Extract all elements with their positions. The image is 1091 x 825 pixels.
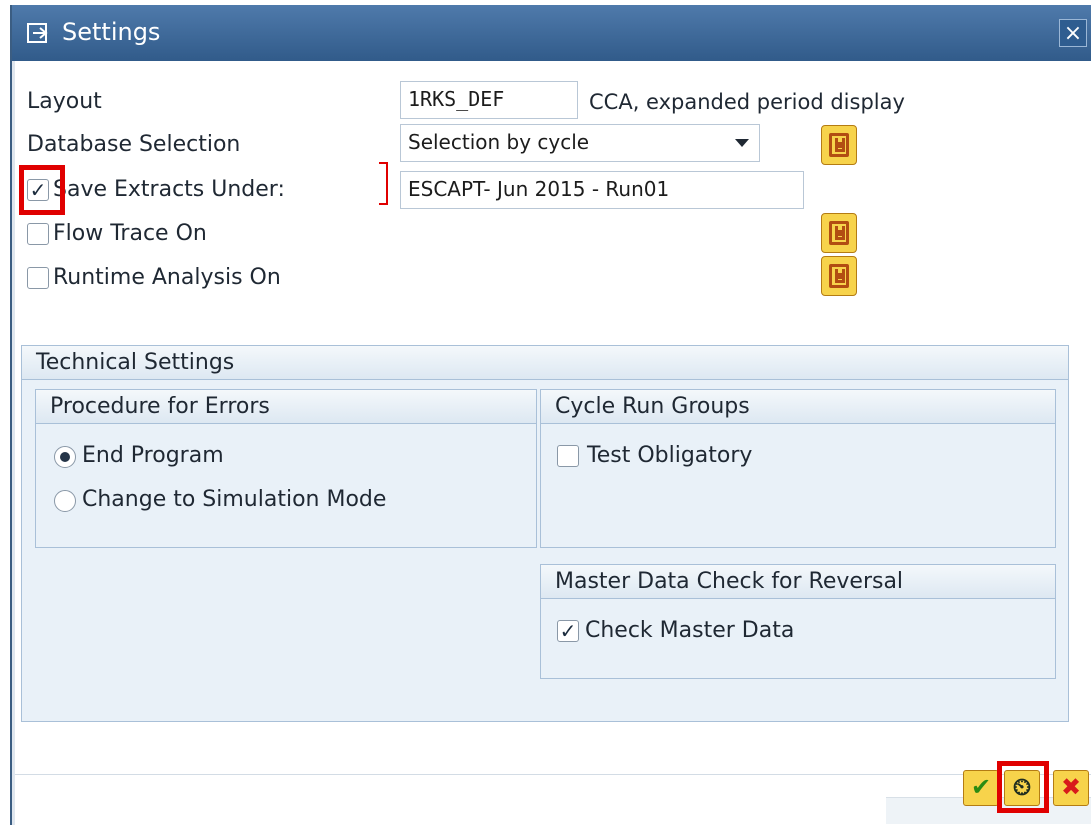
background-button-highlight	[997, 761, 1049, 813]
save-variant-icon[interactable]	[821, 125, 857, 165]
layout-input[interactable]: 1RKS_DEF	[400, 81, 578, 119]
settings-dialog: Settings × Layout 1RKS_DEF CCA, expanded…	[10, 5, 1091, 825]
save-variant-icon[interactable]	[821, 256, 857, 296]
database-selection-value: Selection by cycle	[408, 130, 590, 154]
layout-description: CCA, expanded period display	[589, 90, 905, 114]
settings-window-icon	[27, 23, 48, 43]
procedure-for-errors-group: Procedure for Errors End Program Change …	[35, 389, 537, 548]
database-selection-dropdown[interactable]: Selection by cycle	[400, 124, 760, 162]
end-program-radio[interactable]	[54, 446, 76, 468]
cycle-run-groups-header: Cycle Run Groups	[541, 390, 1055, 424]
checkmark-icon: ✓	[559, 619, 577, 643]
layout-label: Layout	[27, 89, 102, 114]
checkmark-icon: ✔	[970, 773, 992, 801]
master-data-check-header: Master Data Check for Reversal	[541, 565, 1055, 599]
close-icon[interactable]: ×	[1059, 19, 1087, 47]
check-master-data-label: Check Master Data	[585, 618, 795, 643]
title-bar[interactable]: Settings ×	[12, 5, 1091, 61]
technical-settings-group: Technical Settings Procedure for Errors …	[21, 345, 1069, 722]
end-program-label: End Program	[82, 443, 224, 468]
dialog-content: Layout 1RKS_DEF CCA, expanded period dis…	[12, 61, 1091, 825]
cycle-run-groups-group: Cycle Run Groups Test Obligatory	[540, 389, 1056, 548]
save-variant-icon[interactable]	[821, 213, 857, 253]
simulation-mode-label: Change to Simulation Mode	[82, 487, 387, 512]
selection-bracket	[379, 162, 388, 205]
flow-trace-checkbox[interactable]	[27, 223, 49, 245]
save-extracts-highlight	[19, 165, 65, 215]
dropdown-chevron-icon[interactable]	[735, 139, 749, 147]
runtime-analysis-checkbox[interactable]	[27, 267, 49, 289]
test-obligatory-label: Test Obligatory	[587, 443, 753, 468]
database-selection-label: Database Selection	[27, 132, 241, 157]
window-title: Settings	[62, 18, 161, 46]
save-extracts-input[interactable]: ESCAPT- Jun 2015 - Run01	[400, 171, 804, 209]
ok-button[interactable]: ✔	[963, 770, 999, 806]
test-obligatory-checkbox[interactable]	[557, 445, 579, 467]
cancel-button[interactable]: ✖	[1053, 770, 1089, 806]
footer-separator	[15, 774, 1091, 775]
procedure-for-errors-header: Procedure for Errors	[36, 390, 536, 424]
check-master-data-checkbox[interactable]: ✓	[557, 620, 579, 642]
flow-trace-label: Flow Trace On	[53, 221, 207, 246]
simulation-mode-radio[interactable]	[54, 490, 76, 512]
master-data-check-group: Master Data Check for Reversal ✓ Check M…	[540, 564, 1056, 679]
technical-settings-header: Technical Settings	[22, 346, 1068, 380]
runtime-analysis-label: Runtime Analysis On	[53, 265, 281, 290]
save-extracts-label: Save Extracts Under:	[53, 177, 285, 202]
cancel-icon: ✖	[1060, 773, 1082, 801]
